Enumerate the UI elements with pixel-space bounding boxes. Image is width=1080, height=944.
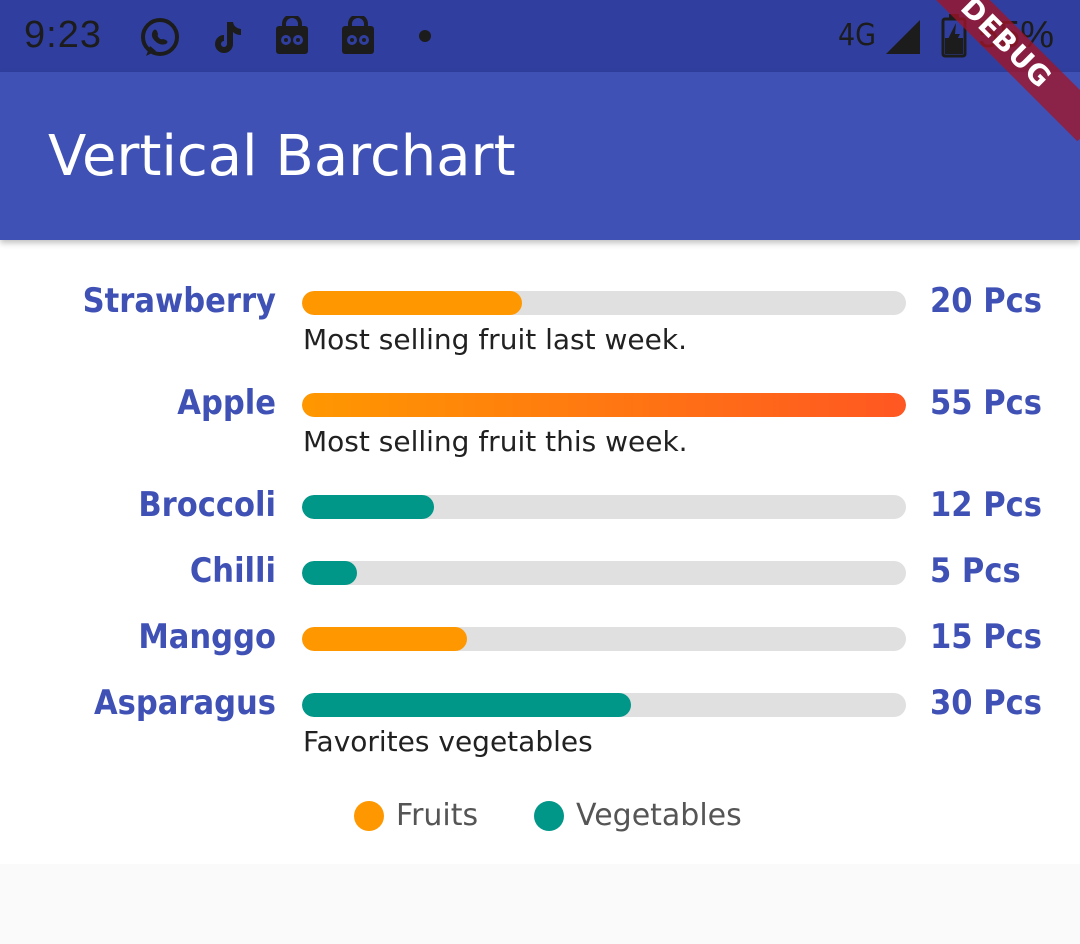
bar-value-label: 30 Pcs [930,683,1042,723]
bar-track [302,561,906,585]
shopping-bag-icon [342,16,374,54]
bar-chilli [302,561,357,585]
bar-label: Manggo [138,617,276,657]
bar-broccoli [302,495,434,519]
page-title: Vertical Barchart [48,124,516,189]
legend-swatch [354,801,384,831]
chart-card: Strawberry 20 Pcs Most selling fruit last … [0,240,1080,864]
bar-value-label: 15 Pcs [930,617,1042,657]
notification-dot-icon [419,30,431,42]
bar-track [302,291,906,315]
network-type: 4G [838,18,877,53]
legend-label: Vegetables [576,798,742,833]
bar-label: Chilli [189,551,276,591]
bar-value-label: 12 Pcs [930,485,1042,525]
chart-legend: Fruits Vegetables [0,796,1080,836]
bar-chart: Strawberry 20 Pcs Most selling fruit last … [0,240,1080,800]
bar-value-label: 20 Pcs [930,281,1042,321]
legend-swatch [534,801,564,831]
bar-track [302,393,906,417]
app-bar: Vertical Barchart [0,72,1080,240]
bar-caption: Favorites vegetables [303,725,593,758]
bar-label: Apple [177,383,276,423]
bar-value-label: 5 Pcs [930,551,1021,591]
status-time: 9:23 [24,14,102,56]
bar-manggo [302,627,467,651]
status-bar: 9:23 4G 55% [0,0,1080,72]
bar-value-label: 55 Pcs [930,383,1042,423]
tiktok-icon [215,22,241,53]
bar-track [302,627,906,651]
bar-label: Broccoli [138,485,276,525]
signal-icon [886,20,920,54]
bar-apple [302,393,906,417]
bar-caption: Most selling fruit last week. [303,323,687,356]
bar-strawberry [302,291,522,315]
bar-track [302,495,906,519]
bar-label: Asparagus [93,683,276,723]
bar-track [302,693,906,717]
legend-label: Fruits [396,798,479,833]
whatsapp-icon [141,18,179,56]
bar-asparagus [302,693,631,717]
bar-label: Strawberry [82,281,276,321]
bar-caption: Most selling fruit this week. [303,425,688,458]
shopping-bag-icon [276,16,308,54]
